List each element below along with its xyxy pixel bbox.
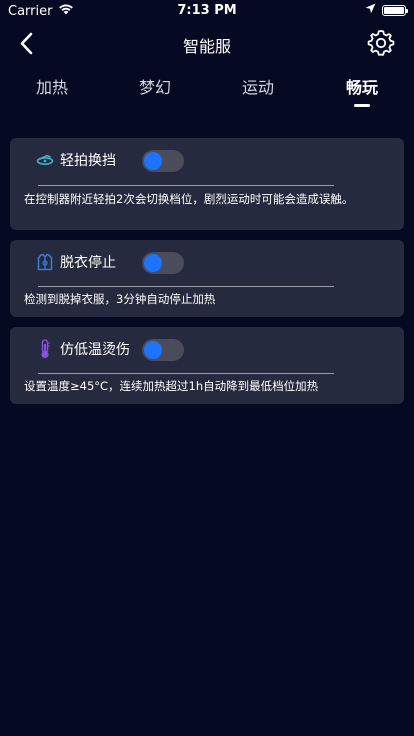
status-time: 7:13 PM [177, 3, 237, 18]
tab-bar: 加热 梦幻 运动 畅玩 [0, 70, 414, 110]
page-title: 智能服 [182, 37, 231, 56]
card-header: 脱衣停止 [36, 252, 116, 272]
tap-hand-icon [36, 151, 54, 169]
card-description: 设置温度≥45°C，连续加热超过1h自动降到最低档位加热 [24, 379, 319, 393]
jacket-icon [36, 253, 54, 271]
tab-sport[interactable]: 运动 [228, 74, 288, 98]
toggle-knob [144, 152, 162, 170]
card-title: 脱衣停止 [60, 255, 116, 271]
divider [38, 185, 334, 186]
tap-shift-toggle[interactable] [142, 150, 184, 172]
card-description: 检测到脱掉衣服，3分钟自动停止加热 [24, 292, 216, 306]
toggle-knob [144, 254, 162, 272]
nav-bar: 智能服 [0, 22, 414, 66]
status-bar: Carrier 7:13 PM [0, 0, 414, 22]
settings-button[interactable] [366, 28, 396, 58]
toggle-knob [144, 341, 162, 359]
card-description: 在控制器附近轻拍2次会切换档位，剧烈运动时可能会造成误触。 [24, 192, 354, 206]
location-arrow-icon [365, 3, 376, 18]
thermometer-icon [36, 339, 54, 359]
active-tab-indicator [354, 104, 370, 107]
divider [38, 286, 334, 287]
card-title: 仿低温烫伤 [60, 342, 130, 358]
feature-card-tap-shift: 轻拍换挡 在控制器附近轻拍2次会切换档位，剧烈运动时可能会造成误触。 [10, 138, 404, 230]
tab-play[interactable]: 畅玩 [332, 74, 392, 98]
anti-burn-toggle[interactable] [142, 339, 184, 361]
tab-dream[interactable]: 梦幻 [125, 74, 185, 98]
divider [38, 373, 334, 374]
card-title: 轻拍换挡 [60, 153, 116, 169]
card-header: 轻拍换挡 [36, 150, 116, 170]
undress-stop-toggle[interactable] [142, 252, 184, 274]
feature-card-undress-stop: 脱衣停止 检测到脱掉衣服，3分钟自动停止加热 [10, 240, 404, 317]
screen: Carrier 7:13 PM 智能服 加热 梦幻 运动 畅玩 轻拍换挡 在控制… [0, 0, 414, 736]
gear-icon [367, 30, 395, 56]
feature-card-anti-burn: 仿低温烫伤 设置温度≥45°C，连续加热超过1h自动降到最低档位加热 [10, 327, 404, 404]
card-header: 仿低温烫伤 [36, 339, 130, 359]
tab-heating[interactable]: 加热 [22, 74, 82, 98]
status-right [365, 3, 408, 18]
battery-icon [382, 5, 408, 16]
